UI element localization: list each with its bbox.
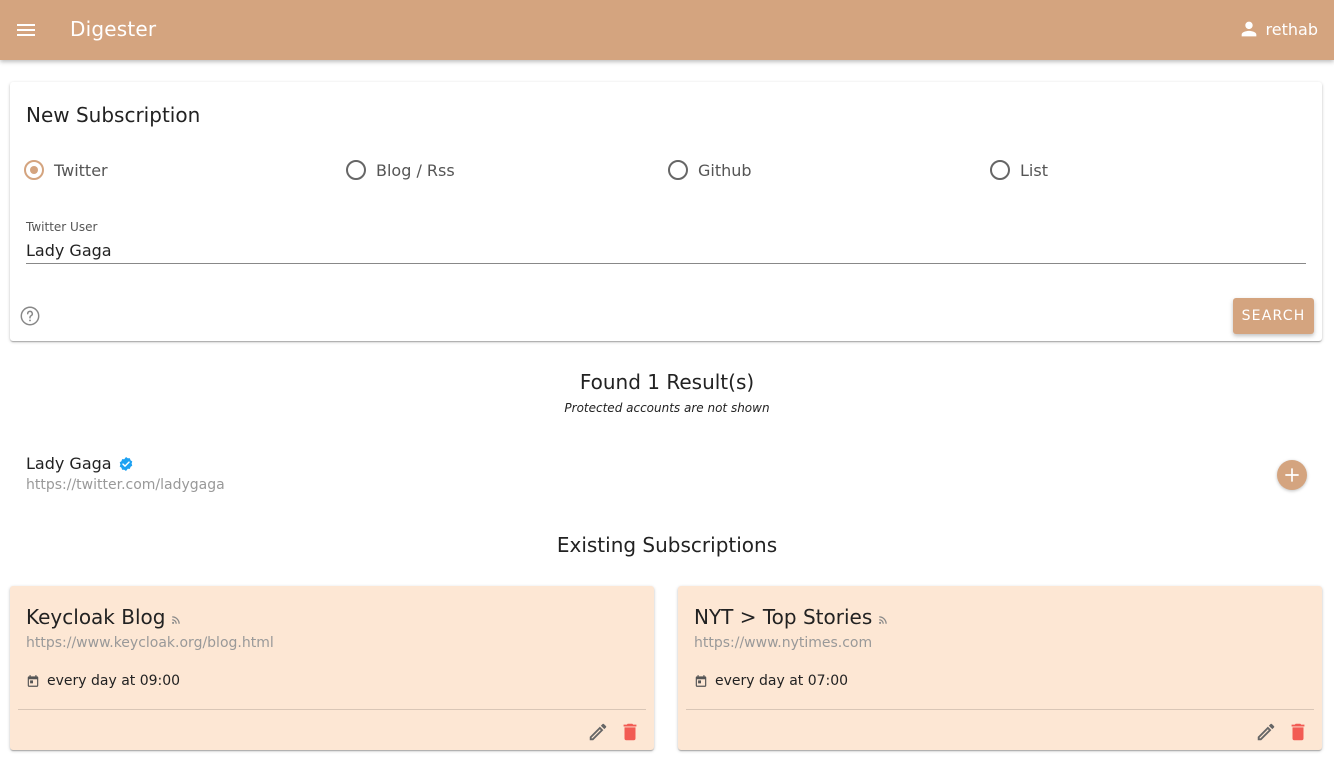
new-subscription-title: New Subscription	[26, 103, 201, 127]
app-title: Digester	[70, 17, 157, 41]
username-label: rethab	[1265, 19, 1318, 39]
radio-checked-icon	[24, 160, 44, 180]
radio-label-github: Github	[698, 160, 752, 180]
radio-twitter[interactable]: Twitter	[24, 160, 108, 180]
new-subscription-card: New Subscription Twitter Blog / Rss Gith…	[10, 82, 1322, 341]
result-url: https://twitter.com/ladygaga	[26, 477, 225, 493]
results-note: Protected accounts are not shown	[564, 401, 770, 415]
radio-label-blog-rss: Blog / Rss	[376, 160, 455, 180]
edit-pencil-icon[interactable]	[1255, 721, 1277, 743]
edit-pencil-icon[interactable]	[587, 721, 609, 743]
delete-trash-icon[interactable]	[619, 721, 641, 743]
app-bar: Digester rethab	[0, 0, 1334, 60]
radio-label-list: List	[1020, 160, 1048, 180]
delete-trash-icon[interactable]	[1287, 721, 1309, 743]
radio-unchecked-icon	[346, 160, 366, 180]
subscription-title-text: Keycloak Blog	[26, 605, 166, 629]
schedule-text: every day at 09:00	[47, 673, 181, 689]
radio-unchecked-icon	[990, 160, 1010, 180]
card-divider	[18, 709, 646, 710]
rss-icon	[172, 616, 181, 624]
plus-icon	[1285, 468, 1299, 482]
radio-label-twitter: Twitter	[54, 160, 108, 180]
existing-subscriptions-title: Existing Subscriptions	[556, 533, 778, 557]
subscription-url: https://www.keycloak.org/blog.html	[26, 635, 274, 651]
user-menu-button[interactable]: rethab	[1238, 18, 1318, 40]
results-title: Found 1 Result(s)	[579, 370, 755, 394]
radio-github[interactable]: Github	[668, 160, 752, 180]
subscription-title-text: NYT > Top Stories	[694, 605, 873, 629]
subscription-title: Keycloak Blog	[26, 605, 181, 629]
radio-blog-rss[interactable]: Blog / Rss	[346, 160, 455, 180]
hamburger-menu-icon[interactable]	[14, 18, 38, 42]
calendar-icon	[695, 675, 707, 687]
radio-unchecked-icon	[668, 160, 688, 180]
result-name: Lady Gaga	[26, 454, 134, 473]
search-button[interactable]: SEARCH	[1233, 298, 1314, 334]
subscription-schedule: every day at 07:00	[694, 673, 848, 689]
add-subscription-button[interactable]	[1277, 460, 1307, 490]
result-name-text: Lady Gaga	[26, 454, 112, 473]
subscription-card: Keycloak Blog https://www.keycloak.org/b…	[10, 586, 654, 750]
calendar-icon	[27, 675, 39, 687]
subscription-url: https://www.nytimes.com	[694, 635, 873, 651]
subscription-schedule: every day at 09:00	[26, 673, 180, 689]
rss-icon	[879, 616, 888, 624]
radio-list[interactable]: List	[990, 160, 1048, 180]
schedule-text: every day at 07:00	[715, 673, 849, 689]
subscription-title: NYT > Top Stories	[694, 605, 888, 629]
person-icon	[1241, 21, 1256, 37]
verified-badge-icon	[119, 456, 132, 471]
subscription-card: NYT > Top Stories https://www.nytimes.co…	[678, 586, 1322, 750]
twitter-user-label: Twitter User	[26, 220, 98, 234]
card-divider	[686, 709, 1314, 710]
help-circle-icon[interactable]	[19, 305, 41, 327]
twitter-user-input[interactable]	[26, 237, 1306, 264]
